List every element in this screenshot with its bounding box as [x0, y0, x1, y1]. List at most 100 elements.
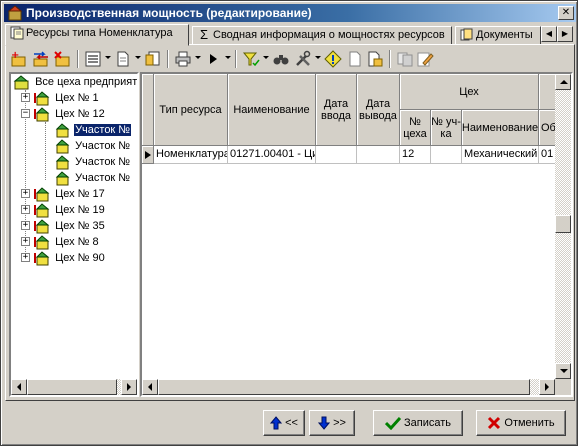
add-node-button[interactable]: +: [9, 49, 29, 69]
title-bar[interactable]: Производственная мощность (редактировани…: [4, 4, 576, 22]
tree-expander[interactable]: −: [21, 109, 30, 118]
info-diamond-icon: [324, 50, 342, 68]
tree-item-label: Участок №: [75, 156, 131, 168]
tree-item-label: Цех № 8: [55, 236, 99, 248]
tools-button[interactable]: [293, 49, 313, 69]
tab-summary-capacity[interactable]: Σ Сводная информация о мощностях ресурсо…: [192, 26, 452, 45]
column-header-resource-type[interactable]: Тип ресурса: [154, 74, 228, 146]
tree-item-label: Цех № 1: [55, 92, 99, 104]
column-header-date-out[interactable]: Дата вывода: [357, 74, 400, 146]
workshop-icon: [34, 91, 50, 106]
grid-scroll-right-button[interactable]: [539, 379, 555, 395]
next-record-button[interactable]: >>: [309, 410, 355, 436]
tree-item-section[interactable]: Участок №: [53, 122, 133, 138]
tree-item-section[interactable]: Участок №: [53, 170, 131, 186]
cell-workshop-no[interactable]: 12: [400, 146, 431, 164]
column-header-date-in[interactable]: Дата ввода: [316, 74, 357, 146]
tree-item-workshop-12[interactable]: Цех № 12: [33, 106, 106, 122]
tab-scroll-left[interactable]: ◀: [541, 26, 557, 42]
tree-h-scroll-thumb[interactable]: [27, 379, 117, 395]
printer-icon: [175, 51, 191, 67]
tools-dropdown-arrow[interactable]: [315, 56, 321, 59]
column-header-section-no[interactable]: № уч-ка: [431, 110, 462, 146]
tree-expander[interactable]: +: [21, 93, 30, 102]
tree-item-label: Цех № 35: [55, 220, 105, 232]
cell-workshop-name[interactable]: Механический: [462, 146, 539, 164]
grid-scroll-up-button[interactable]: [555, 74, 571, 90]
tree-item-label: Цех № 19: [55, 204, 105, 216]
tab-nomenclature-resources[interactable]: Ресурсы типа Номенклатура: [5, 24, 189, 46]
column-header-name[interactable]: Наименование: [228, 74, 316, 146]
tab-scroll-right[interactable]: ▶: [557, 26, 573, 42]
transfer-arrows-icon: [33, 51, 48, 67]
binoculars-icon: [273, 55, 289, 65]
tree-item-workshop-90[interactable]: Цех № 90: [33, 250, 106, 266]
run-button[interactable]: [203, 49, 223, 69]
document-button[interactable]: [113, 49, 133, 69]
filter-dropdown-arrow[interactable]: [263, 56, 269, 59]
save-button[interactable]: Записать: [373, 410, 463, 436]
tree-expander[interactable]: +: [21, 237, 30, 246]
resource-grid[interactable]: Тип ресурса Наименование Дата ввода Дата…: [140, 72, 573, 397]
tree-item-workshop-8[interactable]: Цех № 8: [33, 234, 100, 250]
tree-item-label: Все цеха предприят: [35, 76, 138, 88]
cell-date-out[interactable]: [357, 146, 400, 164]
tree-item-workshop-17[interactable]: Цех № 17: [33, 186, 106, 202]
tree-expander[interactable]: +: [21, 205, 30, 214]
cancel-button[interactable]: Отменить: [476, 410, 566, 436]
tree-item-section[interactable]: Участок №: [53, 154, 131, 170]
workshop-tree[interactable]: Все цеха предприят + Цех № 1 − Цех № 12: [9, 72, 139, 397]
move-node-button[interactable]: [31, 49, 51, 69]
grid-scroll-down-button[interactable]: [555, 363, 571, 379]
tree-item-label: Участок №: [75, 140, 131, 152]
row-indicator[interactable]: [142, 146, 154, 164]
run-dropdown-arrow[interactable]: [225, 56, 231, 59]
grid-h-scroll-thumb[interactable]: [158, 379, 530, 395]
tree-item-all-workshops[interactable]: Все цеха предприят: [13, 74, 138, 90]
document-dropdown-arrow[interactable]: [135, 56, 141, 59]
grid-v-scroll-thumb[interactable]: [555, 215, 571, 233]
cell-date-in[interactable]: [316, 146, 357, 164]
tree-item-workshop-19[interactable]: Цех № 19: [33, 202, 106, 218]
tree-expander[interactable]: +: [21, 189, 30, 198]
cell-name[interactable]: 01271.00401 - Ци: [228, 146, 316, 164]
find-button[interactable]: [271, 49, 291, 69]
workshop-icon: [34, 203, 50, 218]
cell-section-no[interactable]: [431, 146, 462, 164]
copy-button[interactable]: [395, 49, 415, 69]
tree-scroll-right-button[interactable]: [121, 379, 137, 395]
tree-item-section[interactable]: Участок №: [53, 138, 131, 154]
tools-icon: [296, 50, 311, 66]
tree-item-workshop-1[interactable]: Цех № 1: [33, 90, 100, 106]
edit-button[interactable]: [415, 49, 435, 69]
view-mode-button[interactable]: [83, 49, 103, 69]
filter-button[interactable]: [241, 49, 261, 69]
column-header-workshop-name[interactable]: Наименование: [462, 110, 539, 146]
blank-doc-button[interactable]: [345, 49, 365, 69]
view-mode-dropdown-arrow[interactable]: [105, 56, 111, 59]
arrow-down-icon: [317, 416, 331, 430]
tab-documents[interactable]: Документы: [455, 26, 541, 45]
print-button[interactable]: [173, 49, 193, 69]
column-header-workshop-no[interactable]: № цеха: [400, 110, 431, 146]
export-button[interactable]: [365, 49, 385, 69]
section-icon: [55, 139, 70, 154]
document-stack-icon: [10, 26, 24, 40]
print-dropdown-arrow[interactable]: [195, 56, 201, 59]
report-button[interactable]: [143, 49, 163, 69]
tab-strip: Ресурсы типа Номенклатура Σ Сводная инфо…: [5, 24, 575, 46]
tree-expander[interactable]: +: [21, 221, 30, 230]
delete-node-button[interactable]: [53, 49, 73, 69]
tab-label: Ресурсы типа Номенклатура: [26, 27, 173, 39]
main-window: Производственная мощность (редактировани…: [0, 0, 578, 446]
workshop-icon: [34, 219, 50, 234]
toolbar-separator: [389, 50, 391, 68]
cell-resource-type[interactable]: Номенклатура: [154, 146, 228, 164]
close-button[interactable]: ✕: [558, 6, 574, 20]
tree-scroll-left-button[interactable]: [11, 379, 27, 395]
info-button[interactable]: [323, 49, 343, 69]
tree-item-workshop-35[interactable]: Цех № 35: [33, 218, 106, 234]
tree-expander[interactable]: +: [21, 253, 30, 262]
previous-record-button[interactable]: <<: [263, 410, 305, 436]
grid-scroll-left-button[interactable]: [142, 379, 158, 395]
